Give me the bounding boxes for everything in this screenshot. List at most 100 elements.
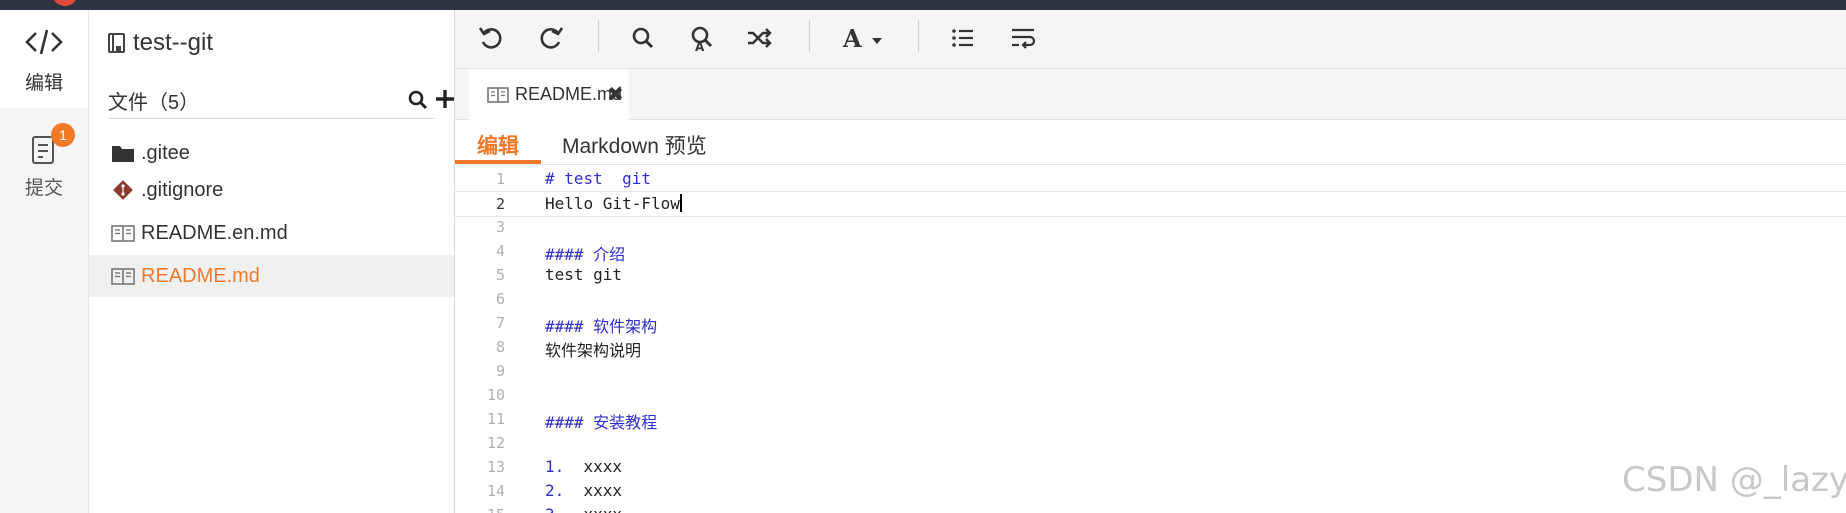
folder-icon xyxy=(112,146,134,162)
book-icon xyxy=(111,225,135,242)
code-line[interactable]: 10 xyxy=(455,383,1846,407)
code-line[interactable]: 8 软件架构说明 xyxy=(455,335,1846,361)
tab-readme[interactable]: README.md ✖ xyxy=(469,69,629,120)
tab-markdown-preview[interactable]: Markdown 预览 xyxy=(562,130,707,160)
toolbar-divider xyxy=(918,20,919,52)
line-content: #### 软件架构 xyxy=(545,317,658,336)
line-content: # test git xyxy=(545,169,651,188)
svg-text:A: A xyxy=(695,40,705,52)
undo-icon[interactable] xyxy=(477,24,505,52)
tab-label: README.md xyxy=(515,84,623,104)
file-name: .gitignore xyxy=(141,179,224,201)
text-cursor xyxy=(679,194,682,212)
repo-icon xyxy=(108,33,125,53)
list-marker: 3. xyxy=(545,505,564,513)
line-text: #### 安装教程 xyxy=(545,409,657,433)
window-control[interactable] xyxy=(52,0,78,6)
list-icon[interactable] xyxy=(949,24,977,52)
activity-commit-label: 提交 xyxy=(24,178,63,199)
book-icon xyxy=(487,87,509,103)
file-item-gitignore[interactable]: .gitignore xyxy=(89,169,454,211)
line-content: #### 介绍 xyxy=(545,245,626,264)
code-line[interactable]: 1 # test git xyxy=(455,167,1846,191)
line-number: 15 xyxy=(455,506,505,513)
line-number: 13 xyxy=(486,458,505,476)
active-mode-indicator xyxy=(455,160,541,164)
line-content: xxxx xyxy=(564,481,623,500)
line-text: test git xyxy=(545,265,622,284)
file-name: README.en.md xyxy=(141,222,288,244)
tab-edit-mode[interactable]: 编辑 xyxy=(477,130,519,160)
code-line[interactable]: 3 xyxy=(455,215,1846,239)
line-number: 8 xyxy=(495,338,505,356)
line-number: 14 xyxy=(486,482,505,500)
line-text: #### 介绍 xyxy=(545,241,625,265)
search-icon[interactable] xyxy=(629,24,657,52)
file-explorer: test--git 文件（5） .gitee .gitignore README… xyxy=(89,10,455,513)
repo-header: test--git xyxy=(107,28,213,58)
line-number: 9 xyxy=(495,362,505,380)
line-number: 11 xyxy=(486,410,505,428)
editor-pane: A A README.md ✖ 编辑 Markdown 预览 1 # test … xyxy=(455,10,1846,513)
line-content: xxxx xyxy=(564,505,623,513)
book-icon xyxy=(111,268,135,285)
line-number: 3 xyxy=(495,218,505,236)
activity-commit[interactable]: 1 提交 xyxy=(0,118,88,208)
redo-icon[interactable] xyxy=(537,24,565,52)
code-line[interactable]: 4 #### 介绍 xyxy=(455,239,1846,265)
line-number: 1 xyxy=(495,170,505,188)
code-icon xyxy=(25,29,63,55)
line-text: Hello Git-Flow xyxy=(545,194,682,213)
line-number: 2 xyxy=(495,195,505,213)
line-text: # test git xyxy=(545,169,651,188)
search-icon[interactable] xyxy=(408,90,428,110)
replace-icon[interactable]: A xyxy=(687,24,715,52)
code-line[interactable]: 7 #### 软件架构 xyxy=(455,311,1846,337)
wrap-icon[interactable] xyxy=(1009,24,1037,52)
code-line[interactable]: 6 xyxy=(455,287,1846,311)
line-number: 5 xyxy=(495,266,505,284)
toolbar-divider xyxy=(598,20,599,52)
git-icon xyxy=(113,180,133,200)
svg-text:A: A xyxy=(842,24,862,52)
code-line[interactable]: 11 #### 安装教程 xyxy=(455,407,1846,433)
activity-edit[interactable]: 编辑 xyxy=(0,10,88,108)
line-number: 6 xyxy=(495,290,505,308)
file-name: README.md xyxy=(141,265,260,287)
toolbar-divider xyxy=(809,20,810,52)
file-item-gitee[interactable]: .gitee xyxy=(89,132,454,174)
editor-toolbar: A A xyxy=(455,10,1846,69)
code-line[interactable]: 5 test git xyxy=(455,263,1846,287)
close-icon[interactable]: ✖ xyxy=(607,82,624,107)
watermark: CSDN @_lazy. xyxy=(1622,460,1846,500)
mode-switcher: 编辑 Markdown 预览 xyxy=(455,120,1846,165)
line-content: test git xyxy=(545,265,623,284)
list-marker: 1. xyxy=(545,457,565,476)
file-item-readme[interactable]: README.md xyxy=(89,255,454,297)
files-title: 文件（5） xyxy=(108,92,200,114)
line-text: 3. xxxx xyxy=(545,505,622,513)
window-top-bar xyxy=(0,0,1846,10)
line-number: 10 xyxy=(486,386,505,404)
line-text: 2. xxxx xyxy=(545,481,622,500)
add-file-icon[interactable] xyxy=(435,88,455,110)
code-line[interactable]: 2 Hello Git-Flow xyxy=(455,191,1846,217)
code-line[interactable]: 9 xyxy=(455,359,1846,383)
line-text: 1. xxxx xyxy=(545,457,622,476)
line-text: #### 软件架构 xyxy=(545,313,657,337)
repo-name: test--git xyxy=(133,29,214,56)
line-text: 软件架构说明 xyxy=(545,337,641,361)
editor-tabs: README.md ✖ xyxy=(455,69,1846,120)
shuffle-icon[interactable] xyxy=(745,24,773,52)
line-content: Hello Git-Flow xyxy=(545,194,680,213)
line-number: 7 xyxy=(495,314,505,332)
commit-count-badge: 1 xyxy=(51,123,75,147)
line-content: #### 安装教程 xyxy=(545,413,658,432)
files-header: 文件（5） xyxy=(108,76,454,119)
code-line[interactable]: 15 3. xxxx xyxy=(455,503,1846,513)
code-line[interactable]: 12 xyxy=(455,431,1846,455)
line-content: 软件架构说明 xyxy=(545,341,642,360)
file-item-readme-en[interactable]: README.en.md xyxy=(89,212,454,254)
font-icon[interactable]: A xyxy=(841,24,889,52)
activity-bar: 编辑 1 提交 xyxy=(0,10,89,513)
